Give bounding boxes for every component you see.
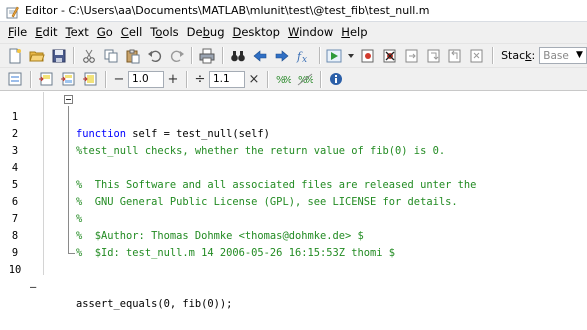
save-icon[interactable] (49, 46, 69, 66)
evaluate-cell-advance-icon[interactable] (58, 69, 78, 89)
chevron-down-icon: ▼ (575, 50, 583, 60)
evaluate-file-icon[interactable] (80, 69, 100, 89)
decrement-button[interactable]: − (110, 72, 128, 87)
decrement-value-field[interactable]: 1.0 (128, 70, 164, 88)
code-line[interactable]: 4 % This Software and all associated fil… (0, 143, 587, 191)
run-dropdown-icon[interactable] (346, 46, 356, 66)
menu-window[interactable]: Window (284, 23, 337, 42)
stack-select-value: Base (543, 49, 569, 62)
set-breakpoint-icon[interactable] (358, 46, 378, 66)
code-line[interactable]: 1 function self = test_null(self) (0, 92, 587, 140)
executable-line-marker[interactable]: – (30, 279, 40, 296)
menu-cell[interactable]: Cell (117, 23, 147, 42)
menu-bar: File Edit Text Go Cell Tools Debug Deskt… (0, 22, 587, 43)
forward-arrow-icon[interactable] (272, 46, 292, 66)
multiply-value-field[interactable]: 1.1 (209, 70, 245, 88)
stack-select[interactable]: Base ▼ (539, 47, 587, 64)
svg-text:%: % (283, 75, 291, 86)
code-line[interactable]: 5 % GNU General Public License (GPL), se… (0, 160, 587, 208)
new-file-icon[interactable] (5, 46, 25, 66)
multiply-button[interactable]: × (245, 72, 263, 87)
menu-go[interactable]: Go (93, 23, 117, 42)
step-icon[interactable] (402, 46, 422, 66)
step-in-icon[interactable] (424, 46, 444, 66)
cell-mode-icon[interactable] (5, 69, 25, 89)
open-folder-icon[interactable] (27, 46, 47, 66)
copy-icon[interactable] (101, 46, 121, 66)
exit-debug-icon[interactable] (467, 46, 487, 66)
toolbar-separator (318, 47, 320, 64)
menu-debug[interactable]: Debug (183, 23, 229, 42)
back-arrow-icon[interactable] (250, 46, 270, 66)
code-line[interactable]: 7 % $Author: Thomas Dohmke <thomas@dohmk… (0, 194, 587, 242)
toolbar-separator (105, 70, 106, 88)
main-toolbar: fx Stack: Base ▼ (0, 43, 587, 67)
toolbar-separator (492, 47, 494, 64)
cell-toolbar: − 1.0 + ÷ 1.1 × %% %% (0, 67, 587, 91)
menu-tools[interactable]: Tools (146, 23, 182, 42)
toolbar-separator (320, 70, 321, 88)
code-line[interactable]: 9 (0, 228, 587, 259)
cut-icon[interactable] (79, 46, 99, 66)
stack-label: Stack: (501, 49, 536, 62)
uncomment-icon[interactable]: %% (295, 69, 315, 89)
run-icon[interactable] (325, 46, 345, 66)
title-bar: Editor - C:\Users\aa\Documents\MATLAB\ml… (0, 0, 587, 22)
matlab-editor-icon (6, 4, 19, 19)
code-line[interactable]: 6 % (0, 177, 587, 225)
clear-breakpoints-icon[interactable] (380, 46, 400, 66)
toolbar-separator (191, 47, 193, 64)
code-line[interactable]: 8 % $Id: test_null.m 14 2006-05-26 16:15… (0, 211, 587, 259)
find-icon[interactable] (228, 46, 248, 66)
menu-text[interactable]: Text (62, 23, 93, 42)
toolbar-separator (222, 47, 224, 64)
toolbar-separator (30, 70, 31, 88)
increment-button[interactable]: + (164, 72, 182, 87)
code-line[interactable]: 2 %test_null checks, whether the return … (0, 109, 587, 157)
toolbar-separator (186, 70, 187, 88)
code-editor[interactable]: 1 function self = test_null(self) 2 %tes… (0, 92, 587, 310)
evaluate-cell-icon[interactable] (36, 69, 56, 89)
window-title: Editor - C:\Users\aa\Documents\MATLAB\ml… (25, 4, 430, 17)
code-plain: assert_equals(0, fib(0)); (76, 298, 233, 310)
divide-button[interactable]: ÷ (191, 72, 209, 87)
paste-icon[interactable] (123, 46, 143, 66)
redo-icon[interactable] (167, 46, 187, 66)
code-line[interactable]: 3 (0, 126, 587, 157)
line-number: 10 (8, 264, 22, 276)
menu-file[interactable]: File (4, 23, 31, 42)
toolbar-separator (267, 70, 268, 88)
step-out-icon[interactable] (445, 46, 465, 66)
print-icon[interactable] (197, 46, 217, 66)
menu-help[interactable]: Help (337, 23, 371, 42)
comment-icon[interactable]: %% (273, 69, 293, 89)
info-icon[interactable] (326, 69, 346, 89)
function-icon[interactable]: fx (294, 46, 314, 66)
svg-text:x: x (302, 55, 307, 64)
code-line[interactable]: 10 – assert_equals(0, fib(0)); (0, 245, 587, 310)
menu-desktop[interactable]: Desktop (229, 23, 284, 42)
toolbar-separator (73, 47, 75, 64)
menu-edit[interactable]: Edit (31, 23, 61, 42)
undo-icon[interactable] (145, 46, 165, 66)
